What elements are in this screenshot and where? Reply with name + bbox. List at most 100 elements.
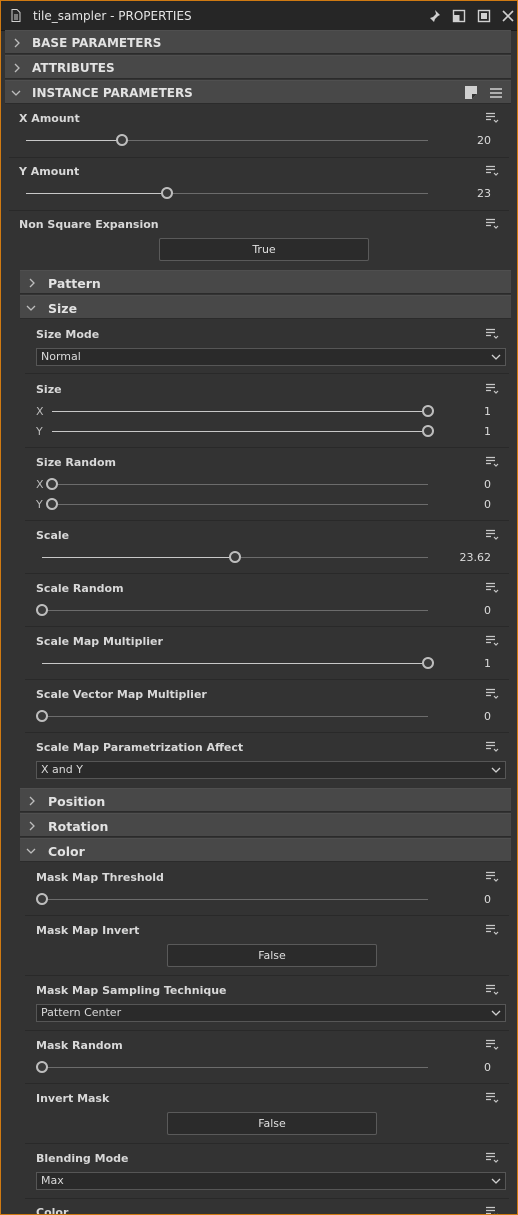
mask-random-handle[interactable]	[36, 1061, 48, 1073]
mask-map-threshold-handle[interactable]	[36, 893, 48, 905]
group-position[interactable]: Position	[20, 788, 511, 812]
section-attributes[interactable]: ATTRIBUTES	[5, 55, 511, 79]
group-pattern[interactable]: Pattern	[20, 270, 511, 294]
size-random-x-value[interactable]: 0	[441, 478, 491, 491]
scale-handle[interactable]	[229, 551, 241, 563]
parameter-menu-icon[interactable]	[485, 871, 499, 883]
chevron-down-icon	[491, 1178, 501, 1184]
scale-slider[interactable]	[42, 551, 428, 563]
mask-map-sampling-label: Mask Map Sampling Technique	[36, 984, 227, 997]
parameter-menu-icon[interactable]	[485, 635, 499, 647]
mask-random-value[interactable]: 0	[441, 1061, 491, 1074]
blending-mode-label: Blending Mode	[36, 1152, 129, 1165]
y-amount-slider[interactable]	[26, 187, 428, 199]
scale-vector-map-multiplier-value[interactable]: 0	[441, 710, 491, 723]
scale-vector-map-multiplier-handle[interactable]	[36, 710, 48, 722]
section-menu-icon[interactable]	[489, 87, 503, 99]
parameter-menu-icon[interactable]	[485, 112, 499, 124]
scale-random-value[interactable]: 0	[441, 604, 491, 617]
scale-map-multiplier-value[interactable]: 1	[441, 657, 491, 670]
section-base-parameters[interactable]: BASE PARAMETERS	[5, 30, 511, 54]
invert-mask-label: Invert Mask	[36, 1092, 110, 1105]
parameter-menu-icon[interactable]	[485, 688, 499, 700]
parameter-menu-icon[interactable]	[485, 328, 499, 340]
float-window-icon[interactable]	[452, 9, 466, 23]
size-x-handle[interactable]	[422, 405, 434, 417]
parameter-menu-icon[interactable]	[485, 924, 499, 936]
y-amount-value[interactable]: 23	[441, 187, 491, 200]
group-label: Size	[48, 301, 78, 316]
size-x-value[interactable]: 1	[441, 405, 491, 418]
scale-random-slider[interactable]	[36, 604, 428, 616]
size-random-label: Size Random	[36, 456, 117, 469]
size-label: Size	[36, 383, 62, 396]
parameter-menu-icon[interactable]	[485, 1152, 499, 1164]
parameter-menu-icon[interactable]	[485, 1206, 499, 1215]
scale-map-param-affect-dropdown[interactable]: X and Y	[36, 761, 506, 779]
scale-label: Scale	[36, 529, 70, 542]
scale-random-label: Scale Random	[36, 582, 124, 595]
mask-map-invert-label: Mask Map Invert	[36, 924, 140, 937]
size-y-value[interactable]: 1	[441, 425, 491, 438]
invert-mask-toggle[interactable]: False	[167, 1112, 377, 1135]
scale-fill	[42, 557, 235, 558]
parameter-menu-icon[interactable]	[485, 529, 499, 541]
scale-value[interactable]: 23.62	[441, 551, 492, 564]
parameter-menu-icon[interactable]	[485, 218, 499, 230]
size-y-slider[interactable]	[52, 425, 434, 437]
size-random-y-handle[interactable]	[46, 498, 58, 510]
size-y-fill	[52, 431, 428, 432]
divider	[25, 975, 509, 976]
parameter-menu-icon[interactable]	[485, 741, 499, 753]
divider	[25, 573, 509, 574]
size-random-y-slider[interactable]	[46, 498, 428, 510]
parameter-menu-icon[interactable]	[485, 1039, 499, 1051]
divider	[25, 520, 509, 521]
size-x-slider[interactable]	[52, 405, 434, 417]
scale-random-handle[interactable]	[36, 604, 48, 616]
parameter-menu-icon[interactable]	[485, 383, 499, 395]
size-random-x-slider[interactable]	[46, 478, 428, 490]
non-square-expansion-toggle[interactable]: True	[159, 238, 369, 261]
scale-map-multiplier-slider[interactable]	[42, 657, 434, 669]
preset-icon[interactable]	[464, 85, 478, 100]
x-amount-slider[interactable]	[26, 134, 428, 146]
window-title: tile_sampler - PROPERTIES	[33, 9, 192, 23]
size-random-x-handle[interactable]	[46, 478, 58, 490]
parameter-menu-icon[interactable]	[485, 582, 499, 594]
x-amount-handle[interactable]	[116, 134, 129, 146]
chevron-right-icon	[14, 63, 20, 73]
divider	[9, 157, 509, 158]
section-instance-parameters[interactable]: INSTANCE PARAMETERS	[5, 80, 511, 104]
section-label: INSTANCE PARAMETERS	[32, 86, 193, 100]
blending-mode-dropdown[interactable]: Max	[36, 1172, 506, 1190]
group-color[interactable]: Color	[20, 838, 511, 862]
close-icon[interactable]	[501, 9, 515, 23]
parameter-menu-icon[interactable]	[485, 984, 499, 996]
mask-random-slider[interactable]	[36, 1061, 428, 1073]
size-mode-dropdown[interactable]: Normal	[36, 348, 506, 366]
group-size[interactable]: Size	[20, 295, 511, 319]
parameter-menu-icon[interactable]	[485, 456, 499, 468]
mask-map-threshold-label: Mask Map Threshold	[36, 871, 164, 884]
size-y-handle[interactable]	[422, 425, 434, 437]
maximize-icon[interactable]	[477, 9, 491, 23]
scale-map-multiplier-label: Scale Map Multiplier	[36, 635, 163, 648]
title-bar: tile_sampler - PROPERTIES	[1, 1, 517, 31]
divider	[25, 1083, 509, 1084]
scale-map-multiplier-handle[interactable]	[422, 657, 434, 669]
scale-vector-map-multiplier-slider[interactable]	[36, 710, 428, 722]
size-x-label: X	[36, 405, 44, 418]
pin-icon[interactable]	[427, 9, 441, 23]
divider	[25, 1198, 509, 1199]
size-random-y-value[interactable]: 0	[441, 498, 491, 511]
parameter-menu-icon[interactable]	[485, 1092, 499, 1104]
group-rotation[interactable]: Rotation	[20, 813, 511, 837]
x-amount-value[interactable]: 20	[441, 134, 491, 147]
mask-map-threshold-slider[interactable]	[36, 893, 428, 905]
parameter-menu-icon[interactable]	[485, 165, 499, 177]
mask-map-threshold-value[interactable]: 0	[441, 893, 491, 906]
mask-map-sampling-dropdown[interactable]: Pattern Center	[36, 1004, 506, 1022]
y-amount-handle[interactable]	[160, 187, 173, 199]
mask-map-invert-toggle[interactable]: False	[167, 944, 377, 967]
